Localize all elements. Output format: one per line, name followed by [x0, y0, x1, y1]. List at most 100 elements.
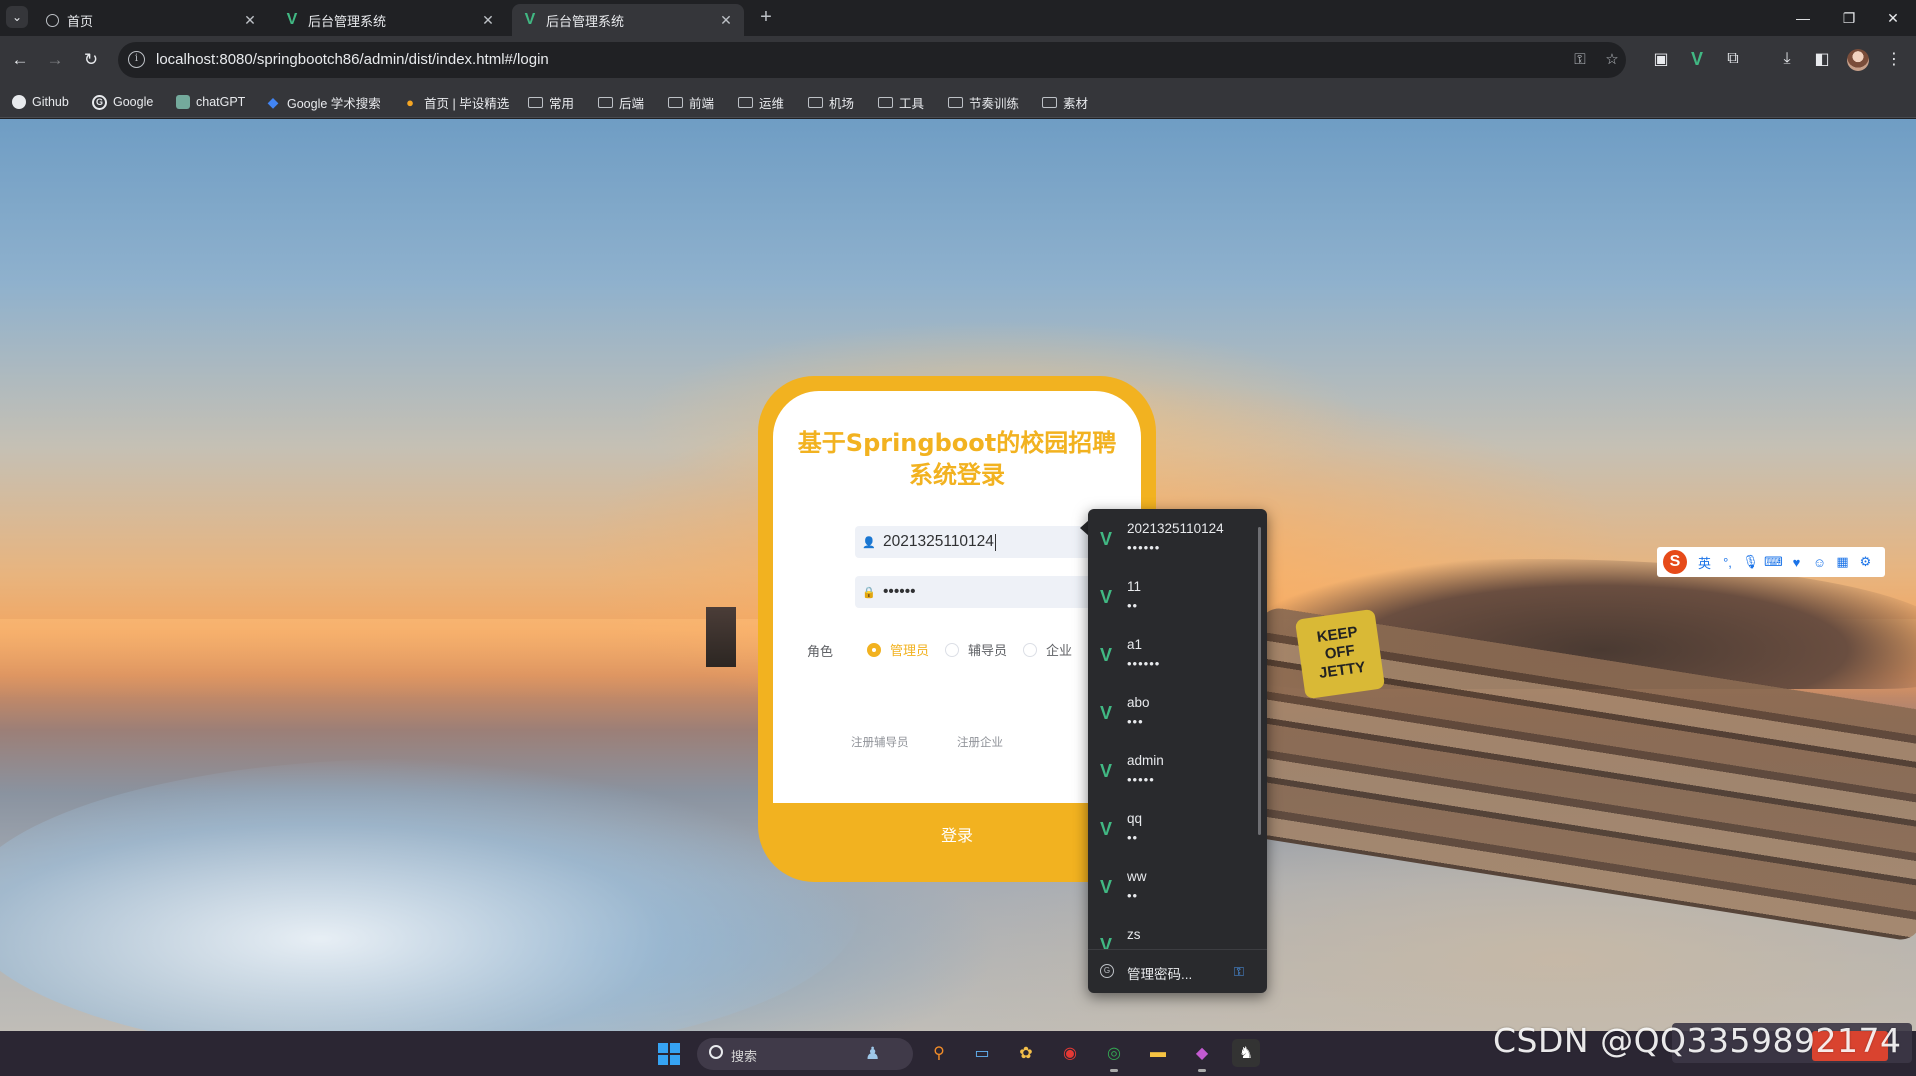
register-counselor-link[interactable]: 注册辅导员 — [851, 734, 909, 750]
bookmark-folder-backend[interactable]: 后端 — [598, 92, 644, 112]
file-explorer-icon[interactable]: ▬ — [1144, 1039, 1172, 1067]
taskbar-search-label: 搜索 — [731, 1049, 758, 1064]
url-text[interactable]: localhost:8080/springbootch86/admin/dist… — [156, 51, 549, 68]
username-field[interactable]: 👤 2021325110124 — [855, 526, 1095, 558]
autofill-list: V 2021325110124 •••••• V 11 •• V a1 ••••… — [1088, 509, 1267, 949]
autofill-password: ••••• — [1127, 772, 1155, 787]
windows-start-button[interactable] — [658, 1043, 680, 1065]
folder-icon — [528, 96, 543, 108]
bookmark-star-icon[interactable]: ☆ — [1602, 50, 1622, 70]
radio-dot — [867, 642, 881, 657]
toolbox-icon[interactable]: ▦ — [1831, 554, 1854, 570]
settings-gear-icon[interactable]: ⚙ — [1854, 554, 1877, 570]
autofill-item[interactable]: V admin ••••• — [1088, 741, 1258, 799]
manage-passwords-row[interactable]: G 管理密码... ⚿ — [1088, 949, 1267, 993]
bookmark-folder-common[interactable]: 常用 — [528, 92, 574, 112]
role-radio-admin[interactable]: 管理员 — [867, 640, 929, 659]
side-panel-icon[interactable]: ◧ — [1809, 46, 1835, 72]
autofill-scrollbar[interactable] — [1258, 527, 1261, 835]
minimize-button[interactable]: — — [1780, 0, 1826, 36]
netease-music-icon[interactable]: ◉ — [1056, 1039, 1084, 1067]
qq-icon[interactable]: ♞ — [1232, 1039, 1260, 1067]
baidu-netdisk-icon[interactable]: ✿ — [1012, 1039, 1040, 1067]
password-key-icon[interactable]: ⚿ — [1570, 50, 1590, 70]
bookmark-bishe[interactable]: ● 首页 | 毕设精选 — [402, 92, 509, 112]
autofill-item[interactable]: V abo ••• — [1088, 683, 1258, 741]
login-button[interactable]: 登录 — [773, 803, 1141, 865]
bookmark-folder-frontend[interactable]: 前端 — [668, 92, 714, 112]
autofill-password: •••••• — [1127, 540, 1161, 555]
password-value[interactable]: •••••• — [883, 583, 916, 601]
close-tab-icon[interactable]: ✕ — [480, 12, 496, 28]
back-button[interactable]: ← — [6, 46, 34, 74]
restore-button[interactable]: ❐ — [1826, 0, 1872, 36]
download-icon[interactable]: ⤓ — [1774, 46, 1800, 72]
tab-search-button[interactable]: ⌄ — [6, 6, 28, 28]
address-bar[interactable]: i localhost:8080/springbootch86/admin/di… — [118, 42, 1626, 78]
profile-avatar[interactable] — [1847, 49, 1869, 71]
bookmark-folder-tools[interactable]: 工具 — [878, 92, 924, 112]
microphone-icon[interactable]: 🎙 — [1739, 554, 1762, 570]
register-company-link[interactable]: 注册企业 — [957, 734, 1003, 750]
extensions-puzzle-icon[interactable]: ⧉ — [1720, 46, 1746, 72]
bookmark-chatgpt[interactable]: chatGPT — [176, 92, 245, 112]
tab-admin-1[interactable]: V 后台管理系统 ✕ — [274, 4, 506, 36]
everything-search-icon[interactable]: ⚲ — [925, 1039, 953, 1067]
bookmark-folder-airport[interactable]: 机场 — [808, 92, 854, 112]
chrome-icon[interactable]: ◎ — [1100, 1039, 1128, 1072]
vue-devtools-icon[interactable]: V — [1684, 46, 1710, 72]
tab-admin-2[interactable]: V 后台管理系统 ✕ — [512, 4, 744, 36]
vue-icon: V — [524, 11, 536, 28]
start-tile — [658, 1043, 668, 1053]
login-title: 基于Springboot的校园招聘系统登录 — [797, 429, 1117, 489]
taskbar-search[interactable]: 搜索 ♟ — [697, 1038, 913, 1070]
keyboard-icon[interactable]: ⌨ — [1762, 554, 1785, 570]
reload-button[interactable]: ↻ — [77, 46, 105, 74]
bookmark-folder-rhythm[interactable]: 节奏训练 — [948, 92, 1019, 112]
autofill-password: •••••• — [1127, 656, 1161, 671]
radio-dot — [1023, 642, 1037, 657]
bookmark-label: chatGPT — [196, 95, 246, 109]
skin-icon[interactable]: ♥ — [1785, 555, 1808, 570]
close-tab-icon[interactable]: ✕ — [718, 12, 734, 28]
bookmark-github[interactable]: Github — [12, 92, 69, 112]
site-info-icon[interactable]: i — [128, 51, 145, 68]
autofill-item[interactable]: V 2021325110124 •••••• — [1088, 509, 1258, 567]
username-value[interactable]: 2021325110124 — [883, 533, 994, 551]
bookmark-google[interactable]: G Google — [92, 92, 153, 112]
autofill-item[interactable]: V zs — [1088, 915, 1258, 949]
password-autofill-dropdown: V 2021325110124 •••••• V 11 •• V a1 ••••… — [1088, 509, 1267, 993]
punctuation-icon[interactable]: °, — [1716, 555, 1739, 570]
search-icon — [709, 1045, 723, 1059]
menu-kebab-icon[interactable]: ⋮ — [1881, 46, 1907, 72]
lock-icon: 🔒 — [862, 586, 876, 599]
forward-button[interactable]: → — [41, 46, 69, 74]
bookmark-scholar[interactable]: ◆ Google 学术搜索 — [265, 92, 381, 112]
sogou-logo-icon[interactable]: S — [1663, 550, 1687, 574]
tab-title: 首页 — [67, 13, 94, 29]
role-radio-company[interactable]: 企业 — [1023, 640, 1072, 659]
intellij-idea-icon[interactable]: ◆ — [1188, 1039, 1216, 1072]
role-radio-counselor[interactable]: 辅导员 — [945, 640, 1007, 659]
tab-title: 后台管理系统 — [308, 13, 387, 29]
new-tab-button[interactable]: + — [756, 7, 776, 28]
autofill-username: admin — [1127, 753, 1164, 768]
tab-strip: ⌄ 首页 ✕ V 后台管理系统 ✕ V 后台管理系统 ✕ + — ❐ ✕ — [0, 0, 1916, 36]
tab-home[interactable]: 首页 ✕ — [36, 4, 268, 36]
ime-mode-toggle[interactable]: 英 — [1693, 553, 1716, 572]
keep-off-jetty-sign: KEEP OFF JETTY — [1294, 608, 1386, 700]
extension-icon[interactable]: ▣ — [1648, 46, 1674, 72]
autofill-item[interactable]: V a1 •••••• — [1088, 625, 1258, 683]
autofill-item[interactable]: V 11 •• — [1088, 567, 1258, 625]
password-field[interactable]: 🔒 •••••• — [855, 576, 1095, 608]
autofill-item[interactable]: V qq •• — [1088, 799, 1258, 857]
autofill-item[interactable]: V ww •• — [1088, 857, 1258, 915]
bookmark-folder-assets[interactable]: 素材 — [1042, 92, 1088, 112]
close-tab-icon[interactable]: ✕ — [242, 12, 258, 28]
autofill-username: abo — [1127, 695, 1150, 710]
emoji-icon[interactable]: ☺ — [1808, 555, 1831, 570]
tab-title: 后台管理系统 — [546, 13, 625, 29]
close-window-button[interactable]: ✕ — [1870, 0, 1916, 36]
remote-desktop-icon[interactable]: ▭ — [968, 1039, 996, 1067]
bookmark-folder-ops[interactable]: 运维 — [738, 92, 784, 112]
